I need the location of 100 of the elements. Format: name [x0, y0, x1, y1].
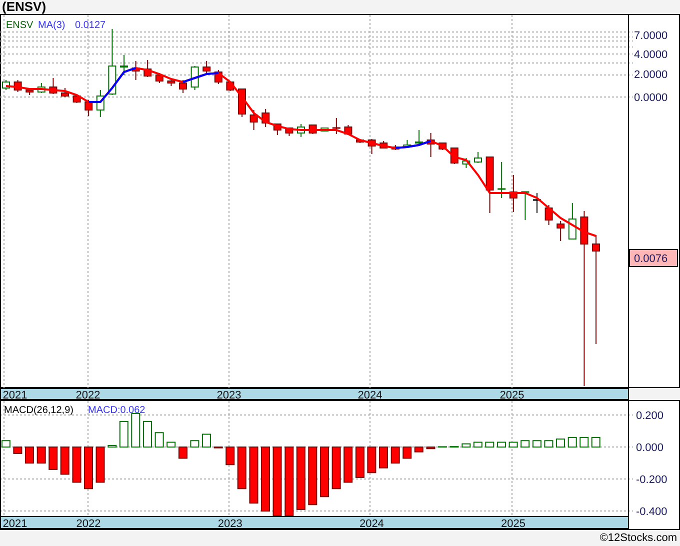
candlestick	[155, 72, 164, 84]
year-label: 2025	[501, 518, 526, 530]
candlestick	[179, 80, 187, 94]
year-label: 2025	[500, 390, 524, 400]
macd-bar	[332, 446, 341, 490]
macd-bar	[178, 446, 188, 459]
legend-label: MA(3)	[38, 20, 66, 31]
candlestick	[250, 110, 258, 130]
candlestick	[132, 60, 140, 80]
legend-value: 0.0127	[75, 20, 106, 31]
macd-bar	[13, 446, 22, 454]
candlestick	[297, 124, 305, 138]
macd-bar	[166, 442, 176, 448]
candlestick	[320, 128, 329, 132]
candlestick	[344, 124, 352, 136]
year-label: 2022	[76, 518, 101, 530]
macd-bar	[36, 446, 46, 464]
candlestick	[521, 191, 530, 220]
macd-bar	[426, 446, 436, 450]
candlestick	[544, 204, 553, 226]
macd-bar	[284, 446, 294, 516]
axis-label: 0.200	[636, 410, 664, 422]
candlestick	[380, 140, 388, 148]
candlestick	[202, 60, 211, 74]
year-label: 2021	[2, 518, 28, 530]
axis-label: 0.0000	[634, 92, 668, 104]
candlestick	[37, 82, 46, 94]
chart-title: (ENSV)	[2, 0, 46, 14]
macd-bar	[296, 446, 306, 510]
candlestick	[61, 88, 69, 98]
candlestick	[84, 100, 93, 116]
candlestick	[108, 28, 116, 96]
candlestick	[462, 158, 470, 168]
macd-bar	[367, 446, 376, 474]
year-label: 2024	[359, 518, 384, 530]
macd-bar	[272, 446, 282, 516]
candlestick	[167, 78, 176, 86]
macd-bar	[131, 412, 140, 448]
candlestick	[556, 220, 565, 242]
candlestick	[285, 128, 294, 136]
candlestick	[509, 174, 518, 212]
macd-bar	[556, 438, 565, 448]
axis-label: 2.0000	[634, 69, 668, 81]
macd-bar	[508, 442, 518, 448]
candlestick	[332, 118, 340, 134]
year-label: 2023	[216, 390, 242, 400]
macd-bar	[520, 440, 530, 448]
candlestick	[391, 144, 400, 150]
candlestick	[214, 70, 222, 84]
macd-bar	[308, 446, 318, 506]
macd-bar	[154, 432, 164, 448]
legend-label: MACD(26,12,9)	[4, 405, 74, 416]
candlestick	[356, 140, 364, 144]
macd-bar	[591, 436, 600, 448]
macd-bar	[355, 446, 364, 478]
macd-bar	[544, 440, 554, 448]
macd-bar	[532, 440, 542, 448]
candlestick	[273, 124, 282, 136]
copyright-text: ©12Stocks.com	[600, 532, 677, 544]
candlestick	[368, 138, 376, 154]
year-label: 2022	[76, 390, 100, 400]
year-label: 2021	[2, 390, 28, 400]
year-label: 2024	[358, 390, 382, 400]
legend-value: MACD:0.062	[88, 405, 146, 416]
macd-bar	[143, 420, 152, 448]
candlestick	[533, 192, 541, 214]
macd-bar	[473, 442, 482, 448]
axis-label: 4.0000	[634, 49, 668, 61]
macd-bar	[462, 443, 471, 448]
candlestick	[486, 156, 494, 214]
candlestick	[474, 152, 482, 164]
candlestick	[403, 140, 412, 148]
candlestick	[120, 54, 128, 76]
macd-bar	[202, 434, 211, 448]
candlestick	[26, 88, 34, 96]
macd-bar	[390, 446, 400, 464]
axis-label: 0.000	[636, 442, 664, 454]
macd-bar	[60, 446, 70, 475]
macd-bar	[497, 442, 506, 448]
candlestick	[72, 96, 81, 104]
candlestick	[426, 132, 435, 158]
macd-bar	[190, 440, 200, 448]
candlestick	[190, 66, 199, 90]
year-label: 2023	[218, 518, 242, 530]
macd-bar	[344, 446, 353, 483]
axis-label: 7.0000	[634, 30, 668, 42]
macd-bar	[485, 442, 494, 448]
macd-bar	[414, 446, 424, 452]
macd-bar	[568, 436, 577, 448]
macd-bar	[320, 446, 330, 498]
macd-bar	[237, 446, 246, 490]
macd-bar	[226, 446, 235, 466]
macd-bar	[24, 446, 34, 464]
macd-bar	[108, 444, 117, 448]
macd-bar	[402, 446, 412, 459]
legend-label: ENSV	[6, 20, 34, 31]
candlestick	[415, 130, 423, 146]
candlestick	[144, 60, 152, 78]
candlestick	[498, 162, 506, 198]
macd-bar	[249, 446, 258, 504]
